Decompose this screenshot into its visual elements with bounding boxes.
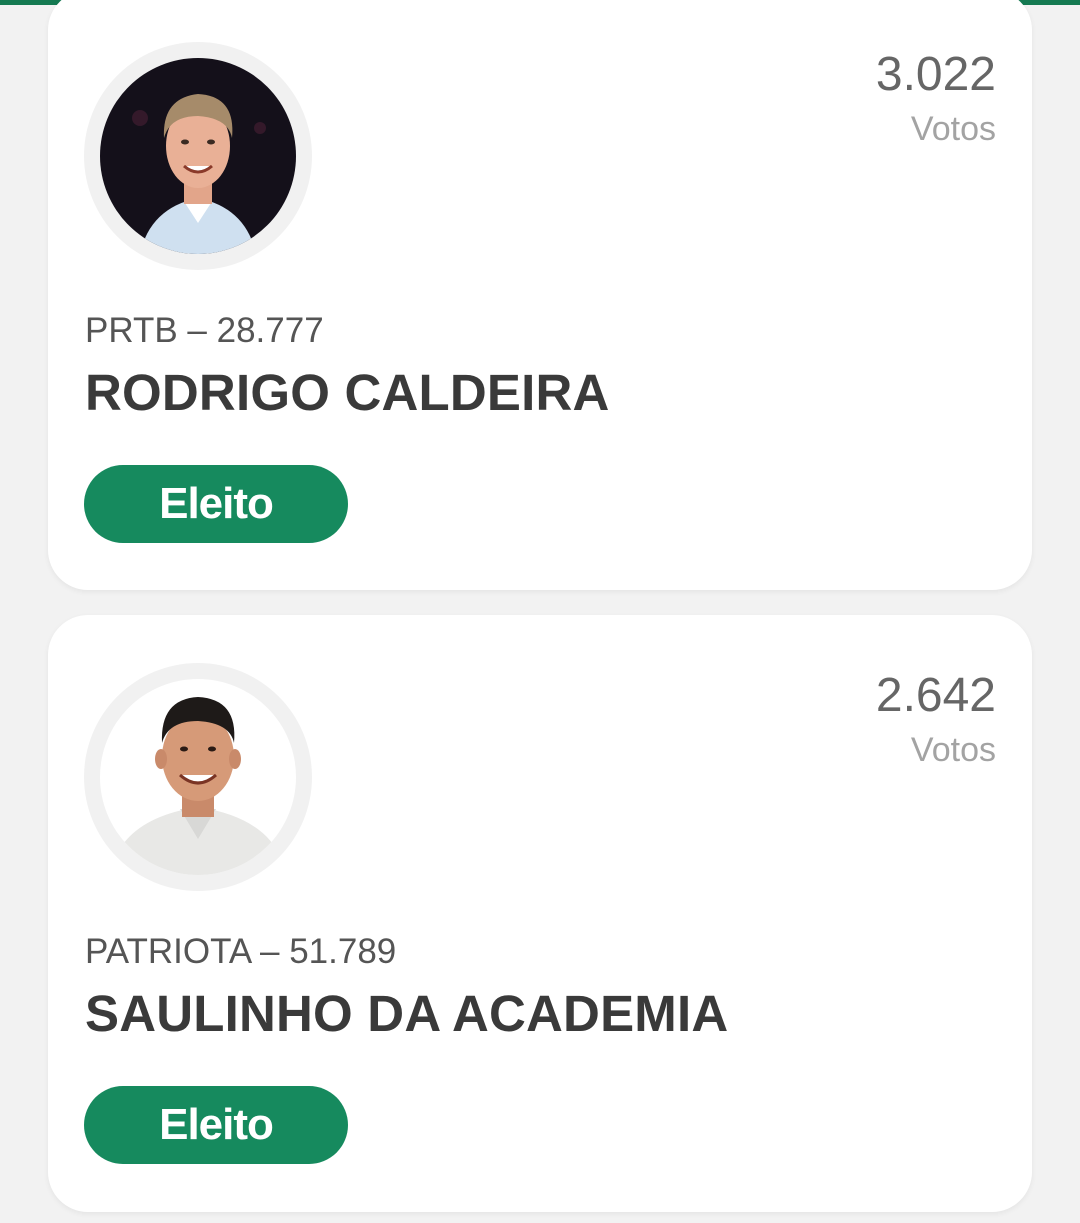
vote-count-label: Votos	[910, 731, 996, 769]
party-and-number: PRTB – 28.777	[85, 311, 324, 350]
vote-count-block: 3.022 Votos	[876, 46, 996, 154]
candidate-photo	[100, 679, 296, 875]
candidate-name: SAULINHO DA ACADEMIA	[85, 985, 729, 1042]
candidate-card[interactable]: 2.642 Votos PATRIOTA – 51.789 SAULINHO D…	[48, 615, 1032, 1212]
vote-count: 3.022	[875, 48, 996, 101]
avatar-frame	[84, 42, 312, 270]
vote-count: 2.642	[875, 669, 996, 722]
vote-count-label: Votos	[910, 110, 996, 148]
candidate-card[interactable]: 3.022 Votos PRTB – 28.777 RODRIGO CALDEI…	[48, 0, 1032, 590]
status-badge: Eleito	[84, 1086, 348, 1164]
candidate-name: RODRIGO CALDEIRA	[85, 364, 610, 421]
vote-count-block: 2.642 Votos	[876, 667, 996, 775]
party-and-number: PATRIOTA – 51.789	[85, 932, 397, 971]
candidate-photo	[100, 58, 296, 254]
avatar-frame	[84, 663, 312, 891]
status-badge: Eleito	[84, 465, 348, 543]
